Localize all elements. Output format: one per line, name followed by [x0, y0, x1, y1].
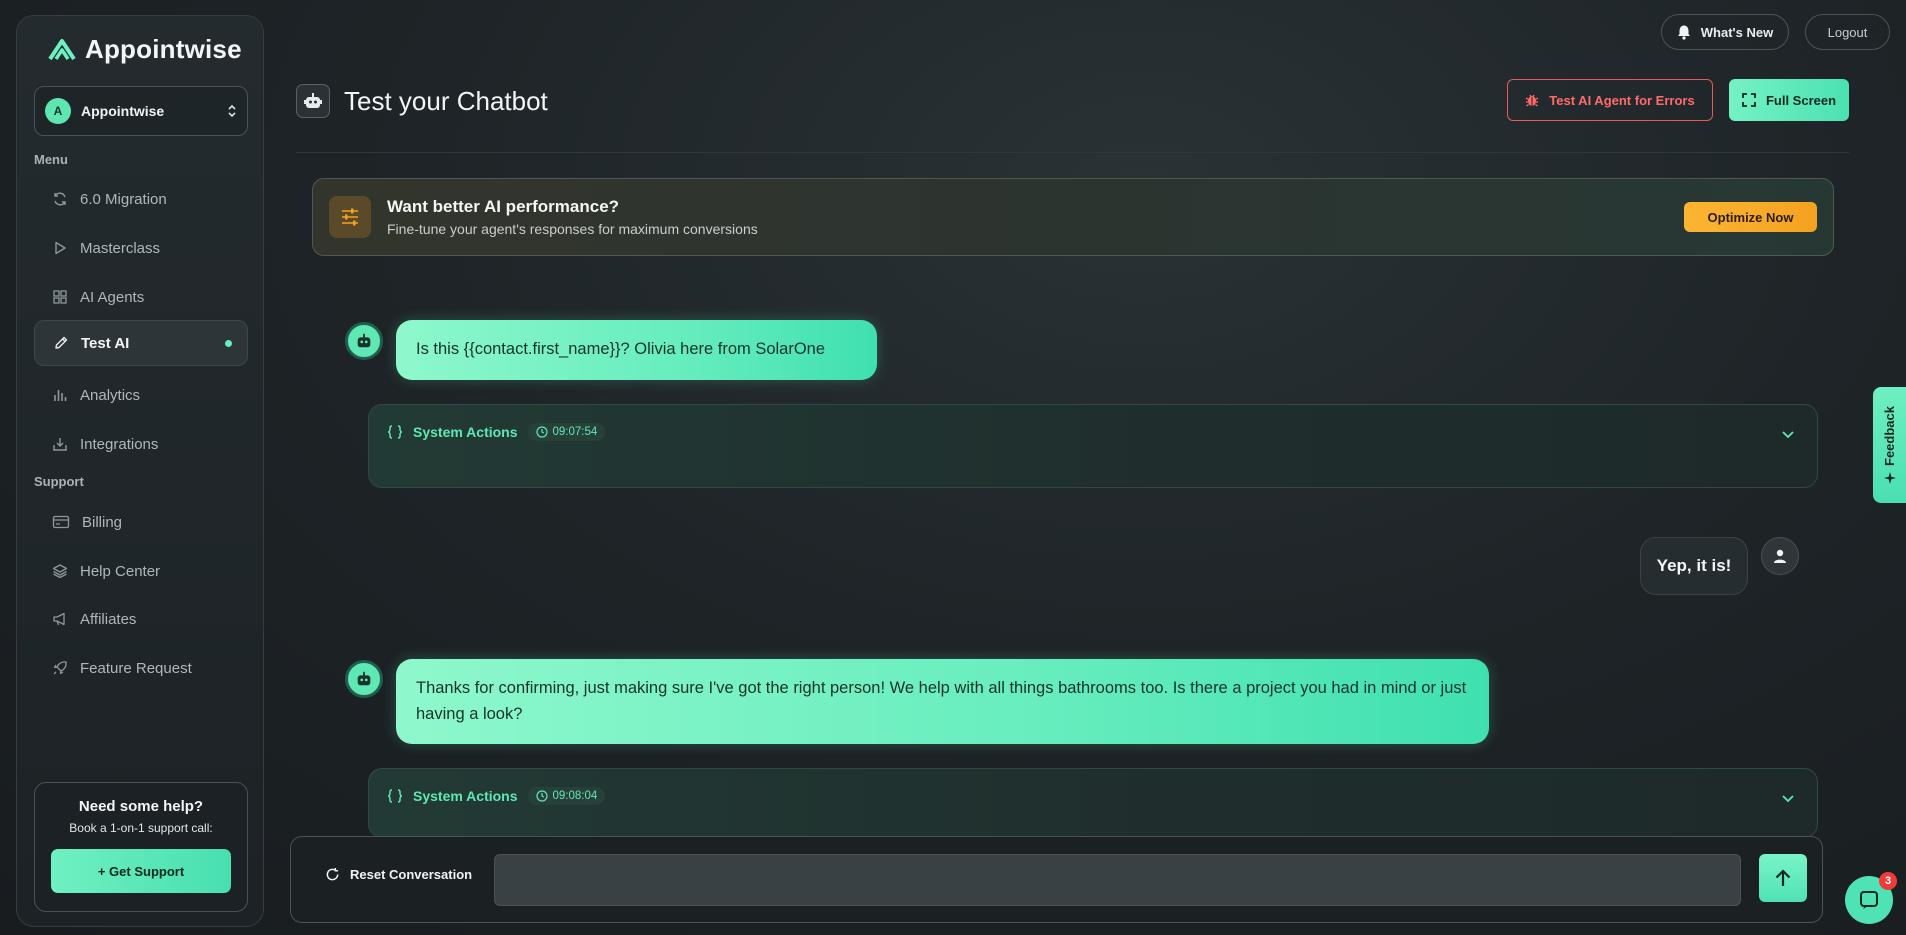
sidebar-item-ai-agents[interactable]: AI Agents	[34, 274, 248, 320]
whats-new-label: What's New	[1700, 24, 1774, 40]
test-agent-errors-button[interactable]: Test AI Agent for Errors	[1507, 79, 1713, 121]
sidebar-item-migration[interactable]: 6.0 Migration	[34, 176, 248, 222]
sidebar-item-label: AI Agents	[80, 288, 145, 306]
active-indicator-dot	[225, 339, 232, 347]
sidebar-item-affiliates[interactable]: Affiliates	[34, 596, 248, 642]
sidebar-item-label: Feature Request	[80, 659, 192, 677]
bot-icon	[296, 84, 330, 118]
layers-icon	[52, 563, 68, 579]
bot-avatar	[345, 660, 383, 698]
support-section-label: Support	[34, 474, 84, 489]
rocket-icon	[52, 660, 68, 676]
help-card: Need some help? Book a 1-on-1 support ca…	[34, 782, 248, 912]
workspace-name: Appointwise	[81, 103, 165, 119]
system-actions-card[interactable]: System Actions 09:07:54	[368, 404, 1818, 488]
feedback-tab[interactable]: Feedback	[1873, 387, 1906, 503]
logout-button[interactable]: Logout	[1805, 14, 1890, 50]
chevron-down-icon[interactable]	[1781, 793, 1795, 803]
arrow-up-icon	[1774, 868, 1792, 888]
workspace-selector[interactable]: A Appointwise	[34, 86, 248, 136]
bar-chart-icon	[52, 387, 68, 403]
banner-title: Want better AI performance?	[387, 197, 620, 216]
sidebar-item-label: 6.0 Migration	[80, 190, 167, 208]
send-button[interactable]	[1759, 854, 1807, 902]
appointwise-logo-icon	[47, 35, 77, 65]
bot-message: Thanks for confirming, just making sure …	[396, 659, 1489, 744]
user-message: Yep, it is!	[1640, 537, 1748, 595]
bot-message: Is this {{contact.first_name}}? Olivia h…	[396, 320, 877, 380]
reset-conversation-label: Reset Conversation	[350, 867, 473, 882]
sidebar-item-label: Analytics	[80, 386, 141, 404]
sidebar-item-integrations[interactable]: Integrations	[34, 421, 248, 467]
header-divider	[296, 152, 1849, 153]
sidebar-item-help-center[interactable]: Help Center	[34, 548, 248, 594]
sparkle-icon	[1883, 471, 1896, 484]
chat-input-bar: Reset Conversation	[290, 836, 1823, 923]
sidebar: Appointwise A Appointwise Menu 6.0 Migra…	[16, 15, 264, 927]
page-header: Test your Chatbot	[296, 84, 548, 118]
notification-badge: 3	[1879, 872, 1897, 890]
refresh-icon	[52, 191, 68, 207]
braces-icon	[387, 425, 403, 439]
bell-icon	[1677, 24, 1691, 40]
optimize-now-button[interactable]: Optimize Now	[1684, 202, 1817, 232]
sidebar-item-feature-request[interactable]: Feature Request	[34, 645, 248, 691]
workspace-avatar: A	[45, 98, 71, 124]
credit-card-icon	[52, 514, 70, 530]
clock-icon	[535, 790, 548, 802]
braces-icon	[387, 789, 403, 803]
bug-icon	[1525, 92, 1539, 108]
download-icon	[52, 436, 68, 452]
timestamp-text: 09:07:54	[552, 426, 598, 438]
sidebar-item-label: Billing	[82, 513, 123, 531]
optimize-banner: Want better AI performance? Fine-tune yo…	[312, 178, 1834, 256]
system-actions-timestamp: 09:07:54	[527, 423, 606, 441]
system-actions-timestamp: 09:08:04	[527, 787, 606, 805]
sidebar-item-label: Masterclass	[80, 239, 161, 257]
expand-icon	[1742, 93, 1756, 107]
user-avatar	[1761, 537, 1799, 575]
message-input[interactable]	[494, 854, 1741, 906]
chevron-down-icon[interactable]	[1781, 429, 1795, 439]
reset-conversation-button[interactable]: Reset Conversation	[325, 867, 472, 882]
sidebar-item-test-ai[interactable]: Test AI	[34, 320, 248, 366]
help-card-title: Need some help?	[78, 798, 204, 815]
system-actions-card[interactable]: System Actions 09:08:04	[368, 768, 1818, 838]
sidebar-item-masterclass[interactable]: Masterclass	[34, 225, 248, 271]
get-support-button[interactable]: + Get Support	[51, 849, 231, 893]
sidebar-item-label: Integrations	[80, 435, 159, 453]
reset-icon	[325, 867, 340, 882]
clock-icon	[535, 426, 548, 438]
whats-new-button[interactable]: What's New	[1661, 14, 1789, 50]
sidebar-item-label: Test AI	[81, 334, 130, 352]
page-title: Test your Chatbot	[344, 85, 548, 116]
full-screen-button[interactable]: Full Screen	[1729, 79, 1849, 121]
sidebar-item-label: Help Center	[80, 562, 161, 580]
pencil-icon	[53, 335, 69, 351]
grid-icon	[52, 289, 68, 305]
full-screen-label: Full Screen	[1765, 92, 1837, 108]
bot-avatar	[345, 322, 383, 360]
system-actions-label: System Actions	[413, 788, 518, 804]
brand[interactable]: Appointwise	[47, 34, 242, 65]
brand-name: Appointwise	[85, 34, 242, 64]
system-actions-label: System Actions	[413, 424, 518, 440]
menu-section-label: Menu	[34, 152, 68, 167]
chat-bubble-icon	[1858, 889, 1880, 911]
sidebar-item-analytics[interactable]: Analytics	[34, 372, 248, 418]
help-card-subtitle: Book a 1-on-1 support call:	[69, 821, 213, 835]
chat-launcher-button[interactable]: 3	[1845, 872, 1897, 924]
timestamp-text: 09:08:04	[552, 790, 598, 802]
sidebar-item-label: Affiliates	[80, 610, 137, 628]
chevron-up-down-icon	[227, 103, 237, 119]
banner-subtitle: Fine-tune your agent's responses for max…	[387, 221, 758, 237]
sidebar-item-billing[interactable]: Billing	[34, 499, 248, 545]
play-icon	[52, 240, 68, 256]
feedback-label: Feedback	[1882, 406, 1897, 466]
test-agent-errors-label: Test AI Agent for Errors	[1549, 92, 1695, 108]
megaphone-icon	[52, 611, 68, 627]
sliders-icon	[329, 196, 371, 238]
